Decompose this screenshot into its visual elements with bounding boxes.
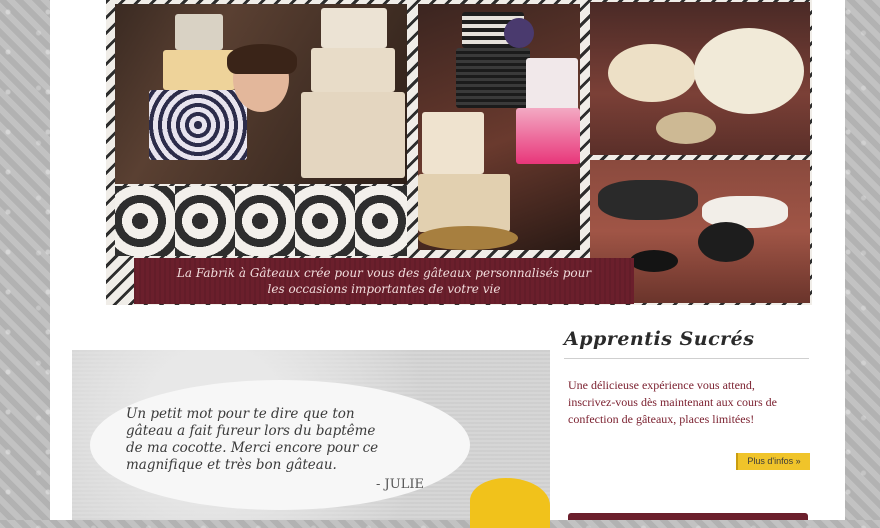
more-info-button[interactable]: Plus d'infos »: [736, 453, 810, 470]
quote-line: magnifique et très bon gâteau.: [126, 457, 337, 473]
sidebar-divider: [564, 358, 809, 359]
cakes-photo: [115, 4, 407, 184]
sugar-flower: [608, 44, 696, 102]
tagline-line-1: La Fabrik à Gâteaux crée pour vous des g…: [176, 266, 592, 280]
cake-tier: [149, 90, 247, 160]
testimonial-author: - JULIE: [376, 477, 424, 492]
cake-tier: [175, 14, 223, 50]
quote-line: Un petit mot pour te dire que ton: [126, 406, 355, 422]
page-content: La Fabrik à Gâteaux crée pour vous des g…: [50, 0, 845, 528]
cake-board: [418, 226, 518, 250]
sugar-flower: [698, 222, 754, 262]
quote-line: de ma cocotte. Merci encore pour ce: [126, 440, 379, 456]
flower-decoration: [504, 18, 534, 48]
cake-tier: [321, 8, 387, 48]
sugar-flower: [630, 250, 678, 272]
sugar-flower: [656, 112, 716, 144]
testimonial-quote: Un petit mot pour te dire que ton gâteau…: [126, 406, 456, 474]
tagline-banner: La Fabrik à Gâteaux crée pour vous des g…: [134, 258, 634, 304]
sidebar-title: Apprentis Sucrés: [564, 328, 755, 350]
sidebar-bottom-banner: [568, 513, 808, 520]
cake-tier: [301, 92, 405, 178]
damask-pattern: [115, 186, 407, 256]
cake-tier: [422, 112, 484, 174]
cake-tier: [526, 58, 578, 114]
cakes-photo-2: [418, 4, 580, 250]
cake-tier: [418, 174, 510, 232]
woman-hair: [227, 44, 297, 74]
tagline-line-2: les occasions importantes de votre vie: [267, 282, 501, 296]
cake-tier: [516, 108, 580, 164]
quote-line: gâteau a fait fureur lors du baptême: [126, 423, 376, 439]
sugar-flowers-photo: [590, 2, 810, 155]
sugar-flower: [694, 28, 804, 114]
cake-tier: [163, 50, 235, 90]
sugar-flower: [598, 180, 698, 220]
sidebar-description: Une délicieuse expérience vous attend, i…: [568, 378, 777, 426]
cake-tier: [311, 48, 395, 92]
cake-tier: [456, 48, 530, 108]
